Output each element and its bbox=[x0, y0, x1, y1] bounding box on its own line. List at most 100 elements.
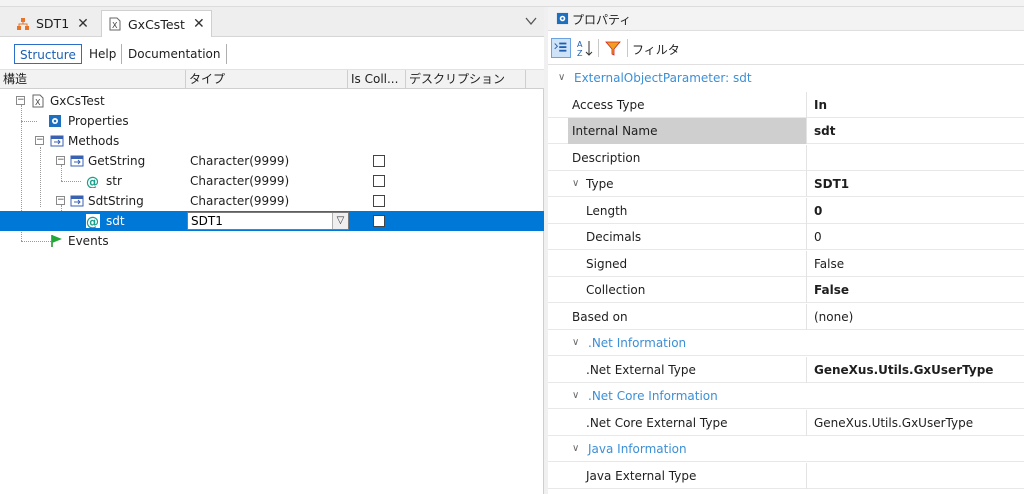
method-icon bbox=[70, 195, 84, 207]
column-is-collection[interactable]: Is Coll... bbox=[348, 70, 406, 89]
tree-row-sdt[interactable]: @ sdt SDT1 ▽ bbox=[0, 211, 544, 231]
category-label: .Net Core Information bbox=[588, 389, 718, 403]
prop-row-internal-name[interactable]: Internal Name sdt bbox=[548, 118, 1024, 144]
prop-row-collection[interactable]: Collection False bbox=[548, 277, 1024, 303]
prop-value[interactable]: In bbox=[806, 92, 1024, 118]
prop-name: Internal Name bbox=[568, 118, 806, 144]
toolbar-separator bbox=[627, 39, 628, 57]
tree-label: SdtString bbox=[88, 194, 144, 208]
prop-value[interactable]: (none) bbox=[806, 304, 1024, 330]
tab-gxcstest[interactable]: X GxCsTest ✕ bbox=[101, 10, 212, 37]
chevron-down-icon[interactable]: ∨ bbox=[572, 436, 579, 462]
filter-icon[interactable] bbox=[603, 38, 623, 58]
flag-icon bbox=[51, 235, 62, 247]
type-cell[interactable]: Character(9999) bbox=[190, 151, 289, 171]
prop-row-description[interactable]: Description bbox=[548, 145, 1024, 171]
categorized-icon[interactable] bbox=[551, 38, 571, 58]
svg-text:@: @ bbox=[86, 215, 99, 228]
chevron-down-icon[interactable]: ∨ bbox=[572, 330, 579, 356]
prop-value[interactable]: SDT1 bbox=[806, 171, 1024, 197]
chevron-down-icon[interactable]: ∨ bbox=[572, 171, 579, 197]
prop-row-access-type[interactable]: Access Type In bbox=[548, 92, 1024, 118]
column-header: 構造 タイプ Is Coll... デスクリプション bbox=[0, 69, 544, 89]
prop-value[interactable]: sdt bbox=[806, 118, 1024, 144]
tab-documentation[interactable]: Documentation bbox=[123, 44, 227, 64]
is-collection-checkbox[interactable] bbox=[373, 175, 385, 187]
category-label: Java Information bbox=[588, 442, 687, 456]
prop-name: Decimals bbox=[586, 230, 642, 244]
properties-panel: プロパティ A Z フィルタ ∨ ExternalObjectParameter… bbox=[548, 7, 1024, 494]
is-collection-checkbox[interactable] bbox=[373, 215, 385, 227]
properties-title: プロパティ bbox=[572, 13, 632, 27]
collapse-icon[interactable]: − bbox=[35, 136, 44, 145]
prop-value[interactable] bbox=[806, 145, 1024, 171]
chevron-down-icon[interactable]: ∨ bbox=[572, 383, 579, 409]
sort-alphabetical-icon[interactable]: A Z bbox=[575, 38, 595, 58]
category-net-core-information[interactable]: ∨ .Net Core Information bbox=[548, 383, 1024, 409]
prop-row-type[interactable]: ∨ Type SDT1 bbox=[548, 171, 1024, 197]
category-label: .Net Information bbox=[588, 336, 687, 350]
column-description[interactable]: デスクリプション bbox=[406, 70, 526, 89]
toolbar-separator bbox=[598, 39, 599, 57]
collapse-icon[interactable]: − bbox=[56, 196, 65, 205]
prop-name: Type bbox=[586, 177, 614, 191]
prop-row-signed[interactable]: Signed False bbox=[548, 251, 1024, 277]
collapse-icon[interactable]: − bbox=[56, 156, 65, 165]
chevron-down-icon[interactable] bbox=[524, 14, 538, 28]
structure-editor: SDT1 ✕ X GxCsTest ✕ Structure Help Docum… bbox=[0, 7, 544, 494]
tree-row-getstring[interactable]: − GetString Character(9999) bbox=[0, 151, 544, 171]
prop-value[interactable]: 0 bbox=[806, 198, 1024, 224]
category-external-object-parameter[interactable]: ∨ ExternalObjectParameter: sdt bbox=[548, 65, 1024, 91]
type-cell[interactable]: Character(9999) bbox=[190, 171, 289, 191]
tree-label: sdt bbox=[106, 214, 125, 228]
tab-label: GxCsTest bbox=[128, 16, 185, 32]
tab-sdt1[interactable]: SDT1 ✕ bbox=[10, 10, 95, 37]
type-dropdown[interactable]: SDT1 ▽ bbox=[187, 212, 349, 230]
filter-label[interactable]: フィルタ bbox=[632, 41, 680, 58]
prop-value[interactable]: GeneXus.Utils.GxUserType bbox=[806, 410, 1024, 436]
close-icon[interactable]: ✕ bbox=[77, 16, 89, 32]
column-structure[interactable]: 構造 bbox=[0, 70, 186, 89]
gear-icon bbox=[556, 12, 569, 25]
prop-row-based-on[interactable]: Based on (none) bbox=[548, 304, 1024, 330]
prop-value[interactable]: False bbox=[806, 251, 1024, 277]
tab-help[interactable]: Help bbox=[84, 44, 123, 64]
prop-row-length[interactable]: Length 0 bbox=[548, 198, 1024, 224]
prop-value[interactable] bbox=[806, 463, 1024, 489]
tree-row-methods[interactable]: − Methods bbox=[0, 131, 544, 151]
is-collection-checkbox[interactable] bbox=[373, 155, 385, 167]
prop-row-net-external-type[interactable]: .Net External Type GeneXus.Utils.GxUserT… bbox=[548, 357, 1024, 383]
prop-name: Length bbox=[586, 204, 628, 218]
tree-label: Methods bbox=[68, 134, 120, 148]
sdt-icon bbox=[17, 17, 29, 30]
close-icon[interactable]: ✕ bbox=[193, 16, 205, 32]
chevron-down-icon[interactable]: ▽ bbox=[332, 213, 348, 229]
prop-row-net-core-external-type[interactable]: .Net Core External Type GeneXus.Utils.Gx… bbox=[548, 410, 1024, 436]
prop-value[interactable]: False bbox=[806, 277, 1024, 303]
type-cell[interactable]: Character(9999) bbox=[190, 191, 289, 211]
method-icon bbox=[70, 155, 84, 167]
prop-name: Access Type bbox=[572, 98, 645, 112]
prop-row-java-external-type[interactable]: Java External Type bbox=[548, 463, 1024, 489]
tree-row-sdtstring[interactable]: − SdtString Character(9999) bbox=[0, 191, 544, 211]
prop-row-decimals[interactable]: Decimals 0 bbox=[548, 224, 1024, 250]
tree-row-str[interactable]: @ str Character(9999) bbox=[0, 171, 544, 191]
prop-name: Based on bbox=[572, 310, 628, 324]
column-type[interactable]: タイプ bbox=[186, 70, 348, 89]
tree-row-events[interactable]: Events bbox=[0, 231, 544, 251]
tree-row-root[interactable]: − X GxCsTest bbox=[0, 91, 544, 111]
svg-text:@: @ bbox=[86, 175, 99, 188]
chevron-down-icon[interactable]: ∨ bbox=[558, 65, 565, 91]
svg-text:X: X bbox=[112, 21, 118, 30]
collapse-icon[interactable]: − bbox=[16, 96, 25, 105]
category-java-information[interactable]: ∨ Java Information bbox=[548, 436, 1024, 462]
tree-row-properties[interactable]: Properties bbox=[0, 111, 544, 131]
prop-value[interactable]: 0 bbox=[806, 224, 1024, 250]
tab-label: SDT1 bbox=[36, 16, 70, 31]
is-collection-checkbox[interactable] bbox=[373, 195, 385, 207]
external-object-icon: X bbox=[109, 17, 121, 31]
category-net-information[interactable]: ∨ .Net Information bbox=[548, 330, 1024, 356]
tree-label: GxCsTest bbox=[50, 94, 105, 108]
tab-structure[interactable]: Structure bbox=[14, 44, 82, 64]
prop-value[interactable]: GeneXus.Utils.GxUserType bbox=[806, 357, 1024, 383]
